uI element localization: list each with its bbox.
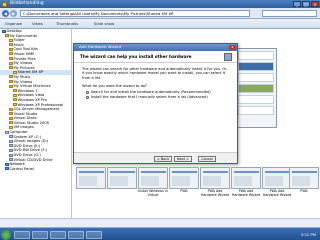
thumbnail-image	[76, 167, 106, 189]
thumbnail-item[interactable]: Install Windows in Virtual	[138, 167, 168, 198]
folder-icon	[9, 61, 13, 65]
window-controls: _ □ x	[293, 1, 319, 7]
folder-icon	[9, 52, 13, 56]
window-title: Bildbehandling	[10, 1, 44, 6]
folder-icon	[13, 70, 17, 74]
folder-icon	[9, 84, 13, 88]
dialog-header: The wizard can help you install other ha…	[74, 51, 237, 63]
thumbnail-item[interactable]: PWA	[289, 167, 319, 194]
thumbnail-image	[231, 167, 261, 189]
thumbnail-item[interactable]: PWA Add Hardware Wizard	[231, 167, 261, 198]
thumbnails-button[interactable]: Thumbnails	[54, 21, 80, 27]
forward-arrow-icon[interactable]: ▶	[10, 10, 17, 17]
disc-icon	[9, 158, 13, 162]
dialog-heading: The wizard can help you install other ha…	[80, 53, 192, 59]
computer-icon	[5, 130, 9, 134]
taskbar-app-button[interactable]	[86, 230, 102, 239]
disc-icon	[9, 153, 13, 157]
radio-button[interactable]	[86, 90, 90, 94]
dialog-close-button[interactable]: x	[229, 44, 236, 50]
dialog-body: The wizard can search for other hardware…	[74, 63, 237, 106]
thumbnail-image	[289, 167, 319, 189]
next-button[interactable]: Next >	[174, 155, 192, 162]
taskbar: 3:22 PM	[0, 227, 320, 240]
slideshow-button[interactable]: Slide show	[92, 21, 116, 27]
address-bar: ◀ ▶ C:\Documents and Settings\All Users\…	[0, 8, 320, 19]
folder-icon	[9, 47, 13, 51]
thumbnail-image	[169, 167, 199, 189]
dialog-footer: < Back Next > Cancel	[74, 152, 237, 163]
back-arrow-icon[interactable]: ◀	[2, 10, 9, 17]
folder-icon	[9, 75, 13, 79]
folder-icon	[9, 80, 13, 84]
folder-icon	[9, 116, 13, 120]
organize-button[interactable]: Organize	[3, 21, 24, 27]
thumbnail-image	[107, 167, 137, 189]
folder-icon	[13, 98, 17, 102]
address-field[interactable]: C:\Documents and Settings\All Users\My D…	[20, 10, 250, 17]
folder-tree: Desktop My Documents Folder Music Cool T…	[0, 29, 72, 227]
cancel-button[interactable]: Cancel	[198, 155, 216, 162]
folder-icon	[9, 43, 13, 47]
taskbar-app-button[interactable]	[14, 230, 30, 239]
close-button[interactable]: x	[311, 1, 319, 7]
folder-icon	[9, 38, 13, 42]
folder-icon	[13, 93, 17, 97]
folder-icon	[5, 34, 9, 38]
folder-icon	[9, 125, 13, 129]
command-toolbar: Organize Views Thumbnails Slide show	[0, 19, 320, 29]
control-panel-icon	[5, 167, 9, 171]
folder-icon	[9, 112, 13, 116]
thumbnail-image	[138, 167, 168, 189]
start-button[interactable]	[1, 229, 11, 240]
dialog-title: Add Hardware Wizard	[79, 44, 122, 49]
views-button[interactable]: Views	[30, 21, 45, 27]
folder-icon	[13, 103, 17, 106]
thumbnail-item[interactable]: PWA	[169, 167, 199, 194]
option-manual-select[interactable]: Install the hardware that I manually sel…	[86, 95, 229, 100]
dialog-question: What do you want the wizard to do?	[82, 84, 147, 89]
thumbnail-item[interactable]: PWA Add Hardware Wizard	[262, 167, 292, 198]
taskbar-app-button[interactable]	[32, 230, 48, 239]
option-search-automatic[interactable]: Search for and install the hardware auto…	[86, 90, 229, 95]
status-bar	[0, 218, 320, 227]
back-button[interactable]: < Back	[154, 155, 172, 162]
tree-item[interactable]: Control Panel	[0, 167, 71, 172]
folder-icon	[9, 57, 13, 61]
taskbar-app-button[interactable]	[68, 230, 84, 239]
thumbnail-image	[262, 167, 292, 189]
taskbar-app-button[interactable]	[50, 230, 66, 239]
folder-icon	[13, 89, 17, 93]
folder-icon	[9, 66, 13, 70]
disc-icon	[9, 148, 13, 152]
thumbnail-image	[200, 167, 230, 189]
dialog-intro: The wizard can search for other hardware…	[82, 66, 228, 80]
minimize-button[interactable]: _	[293, 1, 301, 7]
maximize-button[interactable]: □	[302, 1, 310, 7]
folder-icon	[9, 107, 13, 111]
background-window	[235, 48, 277, 128]
disc-icon	[9, 144, 13, 148]
thumbnail-item[interactable]	[107, 167, 137, 190]
thumbnail-item[interactable]	[76, 167, 106, 190]
radio-button-selected[interactable]	[86, 96, 90, 100]
hardware-icon	[224, 52, 232, 61]
network-icon	[5, 162, 9, 166]
folder-icon	[9, 121, 13, 125]
taskbar-clock: 3:22 PM	[300, 232, 316, 237]
thumbnail-item[interactable]: PWA Add Hardware Wizard	[200, 167, 230, 198]
drive-icon	[9, 135, 13, 139]
search-input[interactable]	[262, 10, 317, 17]
drive-icon	[9, 139, 13, 143]
desktop-icon	[2, 29, 6, 33]
add-hardware-wizard-dialog: Add Hardware Wizard x The wizard can hel…	[73, 43, 238, 164]
window-titlebar: Bildbehandling _ □ x	[0, 0, 320, 8]
folder-icon	[2, 1, 7, 7]
